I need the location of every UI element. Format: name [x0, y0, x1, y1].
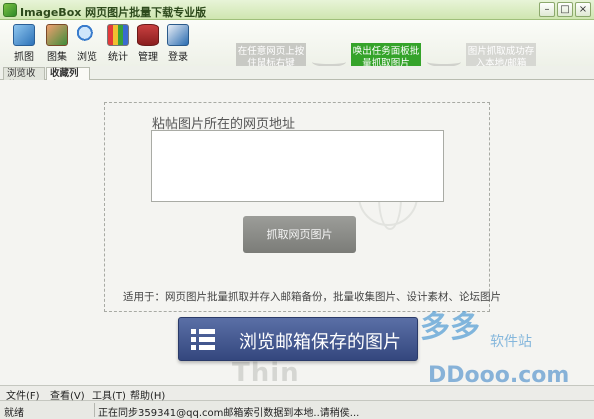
toolbar-manage-button[interactable]: 管理 — [134, 22, 162, 64]
window-title: ImageBox 网页图片批量下载专业版 — [20, 6, 207, 19]
watermark-site: 软件站 — [490, 334, 532, 350]
minimize-button[interactable]: – — [539, 2, 555, 17]
list-icon — [191, 328, 215, 352]
status-message: 正在同步359341@qq.com邮箱索引数据到本地..请稍侯... — [98, 408, 360, 419]
close-button[interactable]: × — [575, 2, 591, 17]
stats-icon — [107, 24, 129, 46]
toolbar-manage-label: 管理 — [138, 52, 158, 63]
toolbar-stats-button[interactable]: 统计 — [104, 22, 132, 64]
grab-images-button[interactable]: 抓取网页图片 — [243, 216, 356, 253]
menu-help[interactable]: 帮助(H) — [130, 387, 165, 402]
toolbar-login-button[interactable]: 登录 — [164, 22, 192, 64]
maximize-button[interactable]: □ — [557, 2, 573, 17]
menu-bar: 文件(F) 查看(V) 工具(T) 帮助(H) — [0, 386, 594, 402]
menu-file[interactable]: 文件(F) — [6, 387, 40, 402]
menu-view[interactable]: 查看(V) — [50, 387, 85, 402]
browse-mailbox-images-label: 浏览邮箱保存的图片 — [239, 332, 401, 353]
toolbar-login-label: 登录 — [168, 52, 188, 63]
login-icon — [167, 24, 189, 46]
url-input[interactable] — [151, 130, 444, 202]
status-bar: 就绪 正在同步359341@qq.com邮箱索引数据到本地..请稍侯... — [0, 401, 594, 419]
tab-favorites-list[interactable]: 收藏列表 — [46, 67, 90, 91]
browse-mailbox-images-button[interactable]: 浏览邮箱保存的图片 — [178, 317, 418, 361]
watermark-text: Thin — [232, 358, 300, 388]
main-panel: 粘帖图片所在的网页地址 抓取网页图片 适用于：网页图片批量抓取并存入邮箱备份，批… — [0, 80, 594, 388]
toolbar-stats-label: 统计 — [108, 52, 128, 63]
status-state: 就绪 — [4, 408, 24, 419]
toolbar-gallery-label: 图集 — [47, 52, 67, 63]
status-divider — [94, 403, 95, 417]
gallery-icon — [46, 24, 68, 46]
window-controls: – □ × — [539, 2, 591, 17]
capture-icon — [13, 24, 35, 46]
title-bar: ImageBox 网页图片批量下载专业版 – □ × — [0, 0, 594, 20]
menu-tools[interactable]: 工具(T) — [92, 387, 126, 402]
toolbar-browse-label: 浏览 — [77, 52, 97, 63]
toolbar-capture-button[interactable]: 抓图 — [10, 22, 38, 64]
tab-bar: 浏览收藏 收藏列表 — [0, 66, 594, 91]
watermark-logo: 多多 — [420, 310, 480, 345]
tab-browse-favorites[interactable]: 浏览收藏 — [3, 67, 45, 91]
toolbar-capture-label: 抓图 — [14, 52, 34, 63]
watermark-domain: DDooo.com — [428, 363, 570, 388]
database-icon — [137, 24, 159, 46]
app-icon — [3, 3, 17, 17]
toolbar-gallery-button[interactable]: 图集 — [43, 22, 71, 64]
magnifier-icon — [76, 24, 98, 46]
toolbar-browse-button[interactable]: 浏览 — [73, 22, 101, 64]
toolbar: 抓图 图集 浏览 统计 管理 登录 在任意网页上按住鼠标右键 1 唤出任务面板批… — [0, 20, 594, 92]
